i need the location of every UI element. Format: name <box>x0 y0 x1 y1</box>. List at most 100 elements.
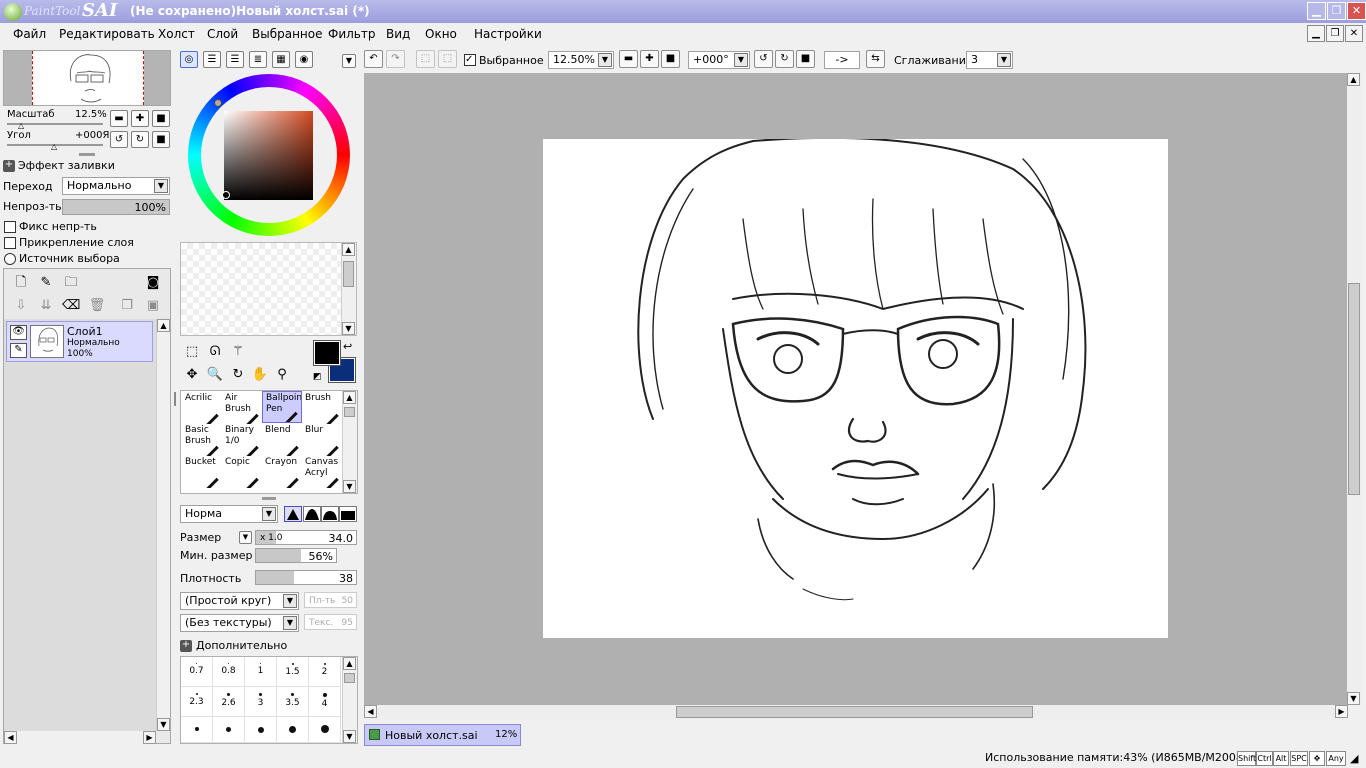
swatch-scrollbar[interactable]: ▲ ▼ <box>341 243 356 335</box>
size-multiplier-chevron-icon[interactable]: ▼ <box>239 531 252 544</box>
zoom-reset-button[interactable]: ■ <box>152 110 170 127</box>
menu-layer[interactable]: Слой <box>207 27 238 41</box>
edge-medium-icon[interactable] <box>303 506 321 522</box>
edge-soft-icon[interactable] <box>321 506 339 522</box>
scroll-down-icon[interactable]: ▼ <box>157 718 170 731</box>
opacity-slider[interactable]: 100% <box>62 199 170 215</box>
swap-colors-icon[interactable]: ↩ <box>343 340 352 353</box>
rotate-left-button[interactable]: ↺ <box>110 131 128 148</box>
scroll-thumb[interactable] <box>344 673 355 683</box>
brush-brush[interactable]: Brush <box>302 392 342 424</box>
size-preset[interactable]: 3.5 <box>277 687 309 717</box>
rect-select-icon[interactable]: ⬚ <box>183 343 201 361</box>
scroll-right-icon[interactable]: ▶ <box>1335 705 1348 718</box>
menu-edit[interactable]: Редактировать <box>59 27 155 41</box>
panel-splitter[interactable] <box>79 153 95 156</box>
minimize-button[interactable]: ▁ <box>1307 2 1326 20</box>
scroll-down-icon[interactable]: ▼ <box>343 730 356 743</box>
size-preset[interactable] <box>245 717 277 743</box>
size-preset[interactable]: 3 <box>245 687 277 717</box>
size-preset[interactable]: 0.8 <box>213 657 245 687</box>
doc-restore-button[interactable]: ❐ <box>1326 25 1344 42</box>
selection-source-radio[interactable] <box>4 253 16 265</box>
zoom-in-button[interactable]: ✚ <box>131 110 149 127</box>
size-slider[interactable]: x 1.0 34.0 <box>255 530 357 545</box>
toolbar-rotate-right-icon[interactable]: ↻ <box>775 50 794 68</box>
brush-canvas-acryl[interactable]: Canvas Acryl <box>302 456 342 488</box>
new-folder-icon[interactable]: 🗀 <box>62 274 80 292</box>
brush-blend[interactable]: Blend <box>262 424 302 456</box>
color-list-icon[interactable]: ≣ <box>249 51 267 68</box>
scroll-thumb[interactable] <box>1348 283 1360 495</box>
magic-wand-icon[interactable]: ⚚ <box>229 343 247 361</box>
size-preset[interactable] <box>277 717 309 743</box>
panel-splitter[interactable] <box>262 497 276 500</box>
layer-scrollbar[interactable]: ▲ ▼ <box>156 319 170 731</box>
blend-mode-select[interactable]: Нормально ▼ <box>62 177 170 195</box>
deselect-icon[interactable]: ⬚ <box>416 50 435 68</box>
expand-fill-effect-icon[interactable]: + <box>3 160 15 172</box>
brush-binary[interactable]: Binary 1/0 <box>222 424 262 456</box>
rotate-icon[interactable]: ↻ <box>229 366 247 384</box>
invert-selection-icon[interactable]: ⬚ <box>438 50 457 68</box>
toolbar-rotate-left-icon[interactable]: ↺ <box>754 50 773 68</box>
document-tab[interactable]: Новый холст.sai 12% <box>364 724 521 746</box>
density-slider[interactable]: 38 <box>255 570 357 585</box>
duplicate-layer-icon[interactable]: ❐ <box>118 297 136 315</box>
brush-acrilic[interactable]: Acrilic <box>182 392 222 424</box>
scroll-up-icon[interactable]: ▲ <box>1347 73 1360 86</box>
delete-layer-icon[interactable]: 🗑 <box>88 297 106 315</box>
menu-window[interactable]: Окно <box>425 27 457 41</box>
brush-bucket[interactable]: Bucket <box>182 456 222 488</box>
layer-edit-pen-icon[interactable]: ✎ <box>10 343 27 358</box>
flip-field[interactable]: -> <box>824 51 860 69</box>
color-wheel-mode-icon[interactable]: ◎ <box>180 51 198 68</box>
close-button[interactable]: ✕ <box>1347 2 1366 20</box>
nav-angle-slider-thumb[interactable]: △ <box>51 142 57 151</box>
size-preset[interactable] <box>181 717 213 743</box>
scroll-thumb[interactable] <box>676 706 1033 718</box>
undo-icon[interactable]: ↶ <box>364 50 383 68</box>
move-icon[interactable]: ✥ <box>183 366 201 384</box>
scroll-thumb[interactable] <box>344 407 355 417</box>
scroll-thumb[interactable] <box>343 261 354 287</box>
new-layer-icon[interactable]: 🗋 <box>12 274 30 292</box>
smoothing-select[interactable]: 3 ▼ <box>966 51 1013 69</box>
lasso-icon[interactable]: ᘏ <box>206 343 224 361</box>
rotate-right-button[interactable]: ↻ <box>131 131 149 148</box>
brush-copic[interactable]: Copic <box>222 456 262 488</box>
scroll-up-icon[interactable]: ▲ <box>343 657 356 670</box>
hand-icon[interactable]: ✋ <box>251 366 269 384</box>
scroll-down-icon[interactable]: ▼ <box>342 322 355 335</box>
color-marker[interactable] <box>222 191 230 199</box>
size-preset[interactable]: 1.5 <box>277 657 309 687</box>
reset-colors-icon[interactable]: ◩ <box>313 372 322 382</box>
menu-selection[interactable]: Выбранное <box>252 27 323 41</box>
brush-crayon[interactable]: Crayon <box>262 456 302 488</box>
hue-marker[interactable] <box>214 99 222 107</box>
toolbar-rotate-reset-icon[interactable]: ■ <box>796 50 815 68</box>
saturation-value-square[interactable] <box>224 111 313 200</box>
menu-file[interactable]: Файл <box>13 27 46 41</box>
brush-blur[interactable]: Blur <box>302 424 342 456</box>
canvas-area[interactable] <box>364 73 1348 705</box>
expand-advanced-icon[interactable]: + <box>180 640 192 652</box>
menu-canvas[interactable]: Холст <box>158 27 195 41</box>
swatches-icon[interactable]: ▦ <box>272 51 290 68</box>
canvas-vertical-scrollbar[interactable]: ▲ ▼ <box>1347 73 1362 705</box>
brush-scrollbar[interactable]: ▲ ▼ <box>342 391 357 493</box>
zoom-icon[interactable]: 🔍 <box>206 366 224 384</box>
brush-ballpoint-pen[interactable]: Ballpoint Pen <box>262 391 302 423</box>
size-preset[interactable]: 2 <box>309 657 341 687</box>
panel-menu-chevron-icon[interactable]: ▼ <box>342 54 356 68</box>
canvas-horizontal-scrollbar[interactable]: ◀ ▶ <box>364 705 1348 720</box>
doc-close-button[interactable]: ✕ <box>1345 25 1363 42</box>
clear-layer-icon[interactable]: ⌫ <box>62 297 80 315</box>
menu-view[interactable]: Вид <box>386 27 410 41</box>
size-preset[interactable] <box>213 717 245 743</box>
apply-mask-icon[interactable]: ▣ <box>144 297 162 315</box>
layer-hscrollbar[interactable]: ◀ ▶ <box>4 731 156 744</box>
size-preset[interactable]: 2.3 <box>181 687 213 717</box>
resize-grip-icon[interactable]: ◢ <box>1350 752 1358 765</box>
scroll-up-icon[interactable]: ▲ <box>343 391 356 404</box>
